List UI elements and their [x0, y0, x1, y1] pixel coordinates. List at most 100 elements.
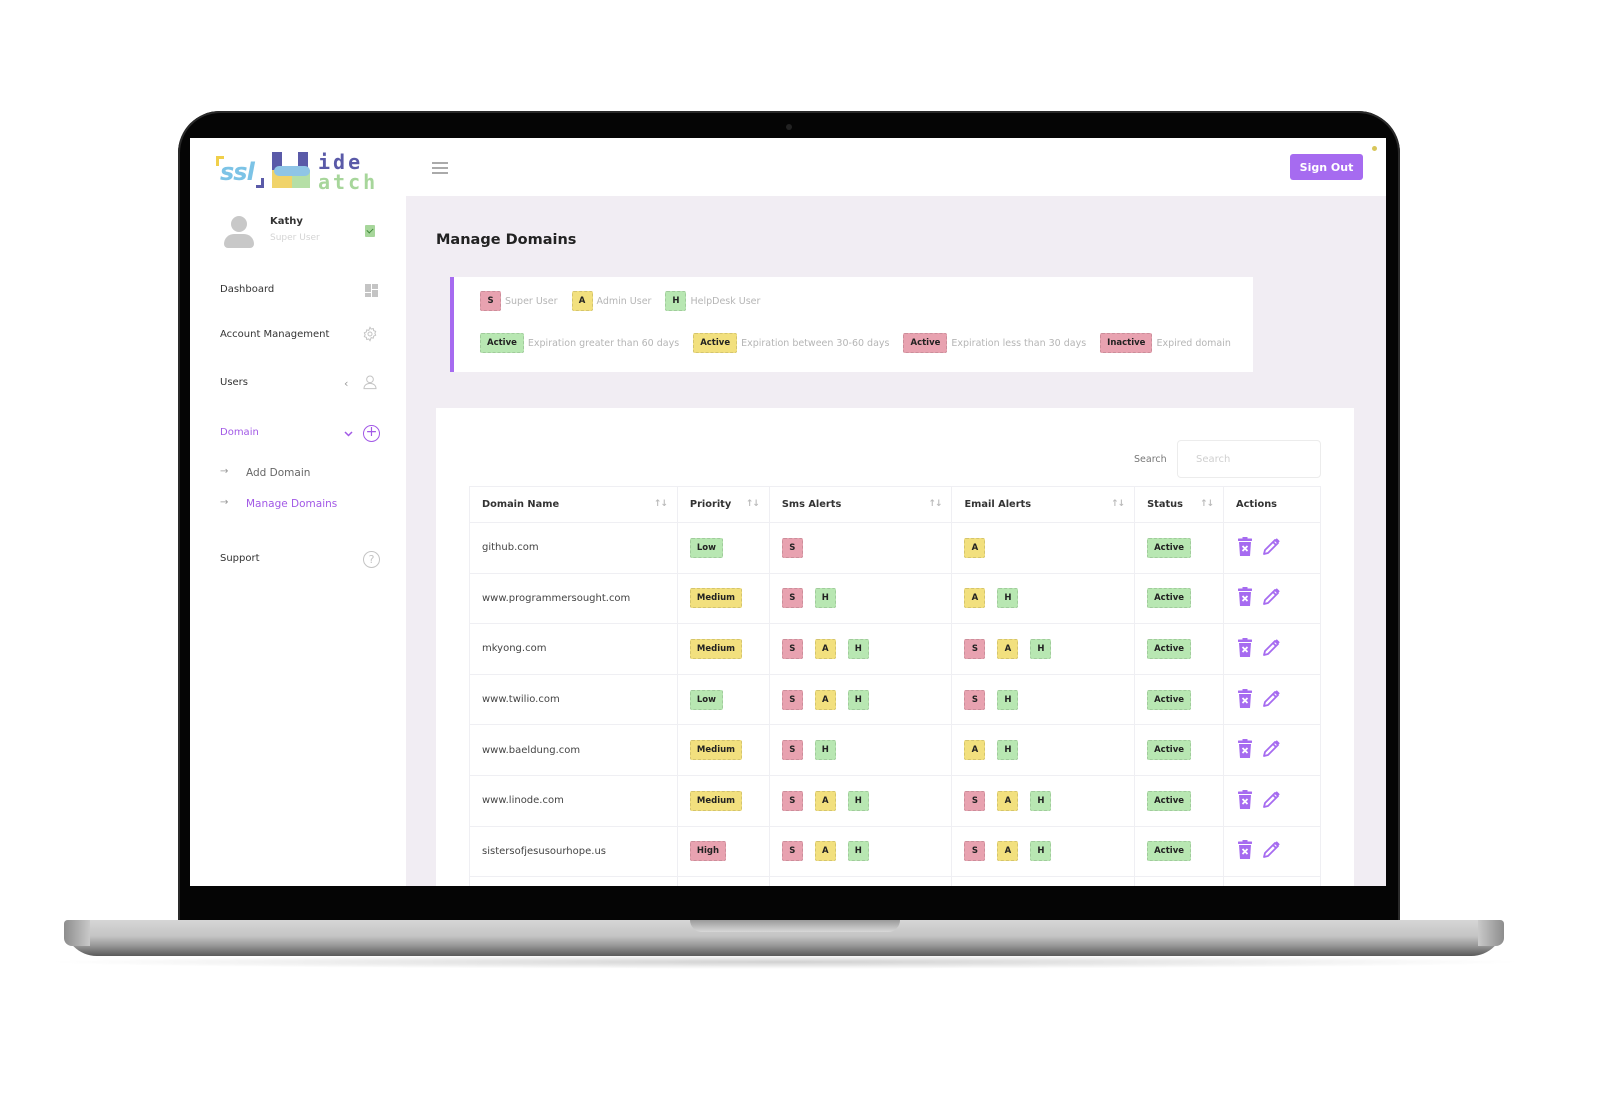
delete-icon[interactable] — [1236, 840, 1254, 862]
edit-pencil-icon[interactable] — [1260, 689, 1282, 711]
column-header-domain-name[interactable]: Domain Name ↑↓ — [469, 486, 678, 523]
dashboard-grid-icon — [365, 284, 378, 297]
edit-pencil-icon[interactable] — [1260, 587, 1282, 609]
sidebar-subitem-label: Manage Domains — [246, 498, 338, 510]
actions-cell — [1223, 825, 1321, 878]
actions-cell — [1223, 724, 1321, 776]
email-alert-chip: S — [964, 841, 986, 862]
main-content: Manage Domains S Super User A Admin User H He… — [406, 196, 1386, 886]
delete-icon[interactable] — [1236, 739, 1254, 761]
sidebar: ssl ide atch Kathy Super User Dashboard — [190, 138, 406, 886]
status-badge: Active — [1147, 841, 1191, 862]
table-row: www.linode.com Medium S A H S A H Active — [469, 774, 1321, 827]
sort-icon[interactable]: ↑↓ — [746, 499, 760, 509]
sms-alert-chip: S — [781, 638, 803, 659]
sms-alerts-cell: SAH — [768, 825, 953, 878]
sms-alert-chip: A — [814, 638, 836, 659]
sort-icon[interactable]: ↑↓ — [654, 499, 668, 509]
sidebar-item-users[interactable]: Users ‹ — [220, 374, 380, 394]
role-legend: S Super User A Admin User H HelpDesk User — [480, 291, 774, 311]
delete-icon[interactable] — [1236, 536, 1254, 559]
actions-cell — [1223, 572, 1321, 625]
domain-cell: mkyong.com — [469, 623, 678, 675]
logo-w-mark — [272, 152, 310, 190]
status-cell: Active — [1134, 522, 1225, 574]
arrow-right-icon: → — [220, 466, 229, 477]
domain-cell: sistersofjesusourhope.us — [469, 825, 678, 878]
sidebar-item-label: Support — [220, 553, 260, 564]
hamburger-icon[interactable] — [432, 162, 448, 174]
domain-name[interactable]: www.linode.com — [482, 795, 564, 806]
table-row: sistersofjesusourhope.us High S A H S A H Active — [469, 825, 1321, 878]
search-input[interactable] — [1177, 440, 1321, 478]
sms-alert-chip: S — [781, 740, 803, 761]
role-legend-label: Super User — [505, 295, 558, 307]
sms-alert-chip: S — [781, 588, 803, 609]
logo[interactable]: ssl ide atch — [216, 148, 386, 194]
status-legend: Active Expiration greater than 60 days Act… — [480, 333, 1245, 353]
actions-cell — [1223, 623, 1321, 675]
sort-icon[interactable]: ↑↓ — [1200, 499, 1214, 509]
laptop-base-edge-left — [64, 920, 90, 946]
user-profile[interactable]: Kathy Super User — [220, 212, 380, 252]
chevron-down-icon — [344, 424, 354, 444]
role-legend-label: Admin User — [596, 295, 652, 307]
sidebar-item-label: Domain — [220, 427, 259, 438]
sidebar-item-account-management[interactable]: Account Management — [220, 326, 380, 346]
sms-alerts-cell: SH — [768, 724, 953, 776]
column-header-label: Sms Alerts — [781, 499, 842, 510]
domains-table: Domain Name ↑↓ Priority ↑↓ Sms Alerts ↑↓ Email… — [469, 486, 1321, 886]
plus-circle-icon[interactable]: + — [363, 425, 380, 442]
email-alert-chip: A — [997, 638, 1019, 659]
sort-icon[interactable]: ↑↓ — [928, 499, 942, 509]
status-badge: Active — [1147, 588, 1191, 609]
priority-cell: Medium — [676, 724, 770, 776]
edit-pencil-icon[interactable] — [1260, 537, 1282, 559]
delete-icon[interactable] — [1236, 637, 1254, 660]
email-alerts-cell: A — [951, 522, 1136, 574]
column-header-status[interactable]: Status ↑↓ — [1134, 486, 1225, 523]
sms-alerts-cell: SAH — [768, 774, 953, 827]
email-alert-chip: S — [964, 790, 986, 811]
delete-icon[interactable] — [1236, 688, 1254, 711]
empty-cell — [951, 876, 1136, 886]
column-header-label: Domain Name — [482, 499, 560, 510]
empty-cell — [469, 876, 678, 886]
sidebar-item-support[interactable]: Support ? — [220, 550, 380, 570]
laptop-base-edge-right — [1478, 920, 1504, 946]
sign-out-button[interactable]: Sign Out — [1290, 154, 1363, 180]
domain-cell: github.com — [469, 522, 678, 574]
priority-badge: Low — [689, 689, 723, 710]
domain-name[interactable]: github.com — [482, 542, 539, 553]
column-header-label: Status — [1147, 499, 1183, 510]
sidebar-item-dashboard[interactable]: Dashboard — [220, 281, 380, 301]
sidebar-subitem-add-domain[interactable]: → Add Domain — [220, 465, 390, 483]
column-header-priority[interactable]: Priority ↑↓ — [676, 486, 770, 523]
sms-alert-chip: S — [781, 537, 803, 558]
column-header-email-alerts[interactable]: Email Alerts ↑↓ — [951, 486, 1136, 523]
priority-badge: High — [689, 841, 727, 862]
domain-name[interactable]: sistersofjesusourhope.us — [482, 846, 606, 857]
edit-pencil-icon[interactable] — [1260, 739, 1282, 761]
status-chip: Active — [480, 333, 524, 353]
domain-name[interactable]: www.twilio.com — [482, 694, 560, 705]
priority-badge: Low — [689, 537, 723, 558]
column-header-sms-alerts[interactable]: Sms Alerts ↑↓ — [768, 486, 953, 523]
edit-pencil-icon[interactable] — [1260, 638, 1282, 660]
verified-badge-icon — [365, 225, 375, 237]
table-row-partial — [469, 876, 1321, 886]
delete-icon[interactable] — [1236, 587, 1254, 609]
sms-alert-chip: A — [814, 689, 836, 710]
sort-icon[interactable]: ↑↓ — [1111, 499, 1125, 509]
sidebar-subitem-manage-domains[interactable]: → Manage Domains — [220, 496, 390, 514]
delete-icon[interactable] — [1236, 789, 1254, 812]
empty-cell — [1134, 876, 1225, 886]
edit-pencil-icon[interactable] — [1260, 790, 1282, 812]
domain-name[interactable]: www.programmersought.com — [482, 593, 630, 604]
sidebar-item-domain[interactable]: Domain + — [220, 424, 380, 444]
edit-pencil-icon[interactable] — [1260, 840, 1282, 862]
domain-name[interactable]: www.baeldung.com — [482, 745, 580, 756]
domain-cell: www.programmersought.com — [469, 572, 678, 625]
sidebar-item-label: Account Management — [220, 329, 330, 340]
domain-name[interactable]: mkyong.com — [482, 643, 546, 654]
